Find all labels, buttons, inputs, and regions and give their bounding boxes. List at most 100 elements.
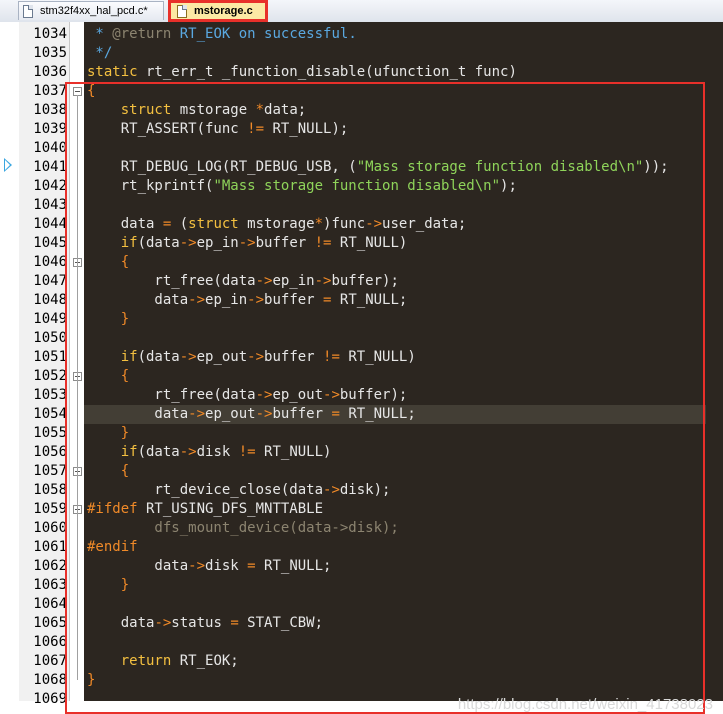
code-line[interactable]: 1036 static rt_err_t _function_disable(uf… bbox=[0, 63, 723, 82]
code-token: RT_NULL; bbox=[255, 558, 332, 574]
code-token: } bbox=[120, 311, 130, 327]
code-line[interactable]: 1048 data->ep_in->buffer = RT_NULL; bbox=[0, 291, 723, 310]
code-text: static rt_err_t _function_disable(ufunct… bbox=[87, 63, 517, 82]
code-token: ep_in bbox=[196, 235, 239, 251]
code-token: buffer bbox=[272, 406, 332, 422]
code-line[interactable]: 1052 { bbox=[0, 367, 723, 386]
code-token: RT_EOK on successful. bbox=[171, 26, 357, 42]
code-token: ep_in bbox=[272, 273, 315, 289]
code-line[interactable]: 1062 data->disk = RT_NULL; bbox=[0, 557, 723, 576]
line-number: 1061 bbox=[33, 539, 67, 555]
code-line[interactable]: 1055 } bbox=[0, 424, 723, 443]
code-editor[interactable]: 1034 * @return RT_EOK on successful. 1035… bbox=[0, 22, 723, 714]
line-number: 1040 bbox=[33, 140, 67, 156]
code-line[interactable]: 1041 RT_DEBUG_LOG(RT_DEBUG_USB, ("Mass s… bbox=[0, 158, 723, 177]
code-line[interactable]: 1047 rt_free(data->ep_in->buffer); bbox=[0, 272, 723, 291]
code-token: mstorage bbox=[238, 216, 315, 232]
code-line[interactable]: 1040 bbox=[0, 139, 723, 158]
code-line[interactable]: 1061 #endif bbox=[0, 538, 723, 557]
code-line[interactable]: 1049 } bbox=[0, 310, 723, 329]
fold-guide bbox=[77, 95, 78, 680]
code-line[interactable]: 1056 if(data->disk != RT_NULL) bbox=[0, 443, 723, 462]
code-token: != bbox=[314, 235, 332, 251]
code-line[interactable]: 1060 dfs_mount_device(data->disk); bbox=[0, 519, 723, 538]
line-number: 1056 bbox=[33, 444, 67, 460]
code-token: "Mass storage function disabled\n" bbox=[213, 178, 501, 194]
code-token: STAT_CBW; bbox=[238, 615, 324, 631]
code-line[interactable]: 1042 rt_kprintf("Mass storage function d… bbox=[0, 177, 723, 196]
code-line[interactable]: 1067 return RT_EOK; bbox=[0, 652, 723, 671]
code-token: ep_out bbox=[205, 406, 256, 422]
code-line[interactable]: 1063 } bbox=[0, 576, 723, 595]
code-token: -> bbox=[154, 615, 172, 631]
code-text: { bbox=[87, 82, 95, 101]
code-token: )); bbox=[643, 159, 669, 175]
code-line[interactable]: 1034 * @return RT_EOK on successful. bbox=[0, 25, 723, 44]
code-token: if bbox=[120, 444, 138, 460]
code-line[interactable]: 1057 { bbox=[0, 462, 723, 481]
code-token: RT_NULL) bbox=[331, 235, 408, 251]
code-line[interactable]: 1059 #ifdef RT_USING_DFS_MNTTABLE bbox=[0, 500, 723, 519]
code-line[interactable]: 1053 rt_free(data->ep_out->buffer); bbox=[0, 386, 723, 405]
code-text: } bbox=[87, 576, 129, 595]
line-number: 1037 bbox=[33, 83, 67, 99]
code-line[interactable]: 1066 bbox=[0, 633, 723, 652]
code-line[interactable]: 1038 struct mstorage *data; bbox=[0, 101, 723, 120]
code-line[interactable]: 1051 if(data->ep_out->buffer != RT_NULL) bbox=[0, 348, 723, 367]
line-number: 1038 bbox=[33, 102, 67, 118]
code-line[interactable]: 1046 { bbox=[0, 253, 723, 272]
code-token: )func bbox=[323, 216, 366, 232]
code-token: (data bbox=[137, 235, 180, 251]
code-token: ep_out bbox=[196, 349, 248, 365]
code-line[interactable]: 1058 rt_device_close(data->disk); bbox=[0, 481, 723, 500]
code-token: ep_out bbox=[272, 387, 324, 403]
tab-mstorage[interactable]: mstorage.c bbox=[168, 0, 268, 22]
line-number: 1042 bbox=[33, 178, 67, 194]
code-token: -> bbox=[323, 482, 340, 498]
code-line[interactable]: 1039 RT_ASSERT(func != RT_NULL); bbox=[0, 120, 723, 139]
code-line[interactable]: 1037 { bbox=[0, 82, 723, 101]
code-text: rt_free(data->ep_in->buffer); bbox=[87, 272, 398, 291]
code-token: RT_NULL); bbox=[264, 121, 349, 137]
line-number: 1068 bbox=[33, 672, 67, 688]
line-number: 1046 bbox=[33, 254, 67, 270]
code-line[interactable]: 1050 bbox=[0, 329, 723, 348]
code-token: -> bbox=[179, 349, 197, 365]
watermark: https://blog.csdn.net/weixin_41738023 bbox=[457, 696, 713, 713]
code-token: -> bbox=[255, 273, 273, 289]
code-token: -> bbox=[255, 406, 273, 422]
code-line[interactable]: 1064 bbox=[0, 595, 723, 614]
code-text: dfs_mount_device(data->disk); bbox=[87, 519, 398, 538]
code-token: != bbox=[247, 121, 265, 137]
current-line-arrow-icon bbox=[4, 158, 12, 172]
code-token: { bbox=[120, 254, 130, 270]
code-text: { bbox=[87, 253, 129, 272]
code-text: data->ep_out->buffer = RT_NULL; bbox=[87, 405, 415, 424]
code-line[interactable]: 1068} bbox=[0, 671, 723, 690]
line-number: 1035 bbox=[33, 45, 67, 61]
code-token: struct bbox=[188, 216, 239, 232]
line-number: 1049 bbox=[33, 311, 67, 327]
code-token: user_data; bbox=[382, 216, 467, 232]
code-line[interactable]: 1035 */ bbox=[0, 44, 723, 63]
code-text: data->ep_in->buffer = RT_NULL; bbox=[87, 291, 407, 310]
code-token: struct bbox=[120, 102, 172, 118]
line-number: 1044 bbox=[33, 216, 67, 232]
code-line[interactable]: 1065 data->status = STAT_CBW; bbox=[0, 614, 723, 633]
tab-stm32f4xx-hal-pcd[interactable]: stm32f4xx_hal_pcd.c* bbox=[18, 1, 164, 20]
code-token: "Mass storage function disabled\n" bbox=[356, 159, 644, 175]
code-token: buffer); bbox=[339, 387, 408, 403]
code-text: rt_device_close(data->disk); bbox=[87, 481, 390, 500]
code-token: -> bbox=[179, 444, 197, 460]
line-number: 1057 bbox=[33, 463, 67, 479]
code-line[interactable]: 1054 data->ep_out->buffer = RT_NULL; bbox=[0, 405, 723, 424]
code-line[interactable]: 1043 bbox=[0, 196, 723, 215]
line-number: 1058 bbox=[33, 482, 67, 498]
code-line[interactable]: 1045 if(data->ep_in->buffer != RT_NULL) bbox=[0, 234, 723, 253]
code-text: struct mstorage *data; bbox=[87, 101, 306, 120]
code-line[interactable]: 1044 data = (struct mstorage*)func->user… bbox=[0, 215, 723, 234]
code-text: rt_free(data->ep_out->buffer); bbox=[87, 386, 407, 405]
code-text: */ bbox=[87, 44, 112, 63]
